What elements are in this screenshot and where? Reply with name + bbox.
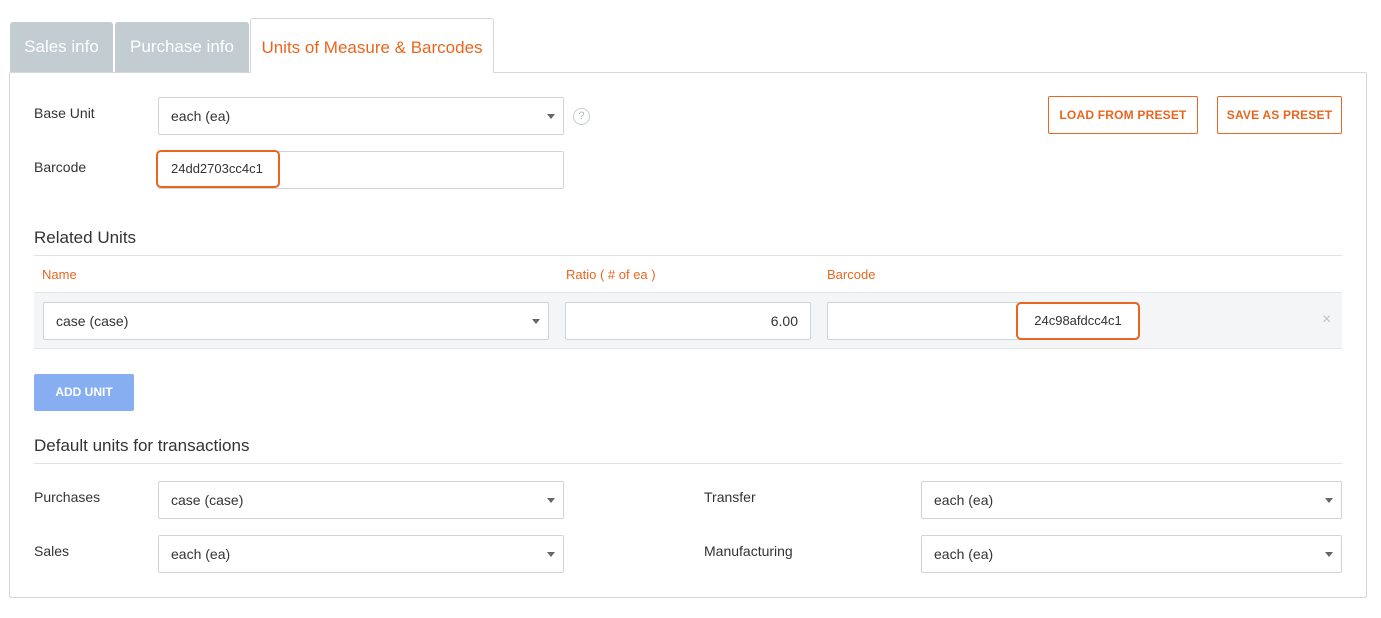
sales-label: Sales [34,543,70,559]
barcode-value-highlight: 24dd2703cc4c1 [156,150,280,188]
load-from-preset-button[interactable]: LOAD FROM PRESET [1048,96,1198,134]
related-units-title: Related Units [34,228,137,247]
transfer-unit-value: each (ea) [934,492,994,508]
default-units-title: Default units for transactions [34,436,250,455]
chevron-down-icon [1325,498,1333,503]
tab-purchase-info[interactable]: Purchase info [115,22,249,72]
related-unit-name-value: case (case) [56,313,129,329]
related-unit-name-select[interactable]: case (case) [43,302,549,340]
tab-sales-info[interactable]: Sales info [10,22,113,72]
column-header-ratio: Ratio ( # of ea ) [566,267,656,282]
add-unit-button[interactable]: ADD UNIT [34,374,134,411]
purchases-unit-select[interactable]: case (case) [158,481,564,519]
purchases-label: Purchases [34,489,101,505]
manufacturing-label: Manufacturing [704,543,793,559]
base-unit-label: Base Unit [34,105,95,121]
chevron-down-icon [532,319,540,324]
sales-unit-select[interactable]: each (ea) [158,535,564,573]
base-unit-value: each (ea) [171,108,231,124]
related-unit-barcode-value: 24c98afdcc4c1 [1034,313,1122,328]
column-header-name: Name [42,267,77,282]
tab-units-of-measure[interactable]: Units of Measure & Barcodes [250,18,494,73]
close-icon[interactable]: × [1322,311,1331,329]
tab-bar: Sales info Purchase info Units of Measur… [10,18,1370,73]
sales-unit-value: each (ea) [171,546,231,562]
chevron-down-icon [547,114,555,119]
divider [34,463,1342,464]
purchases-unit-value: case (case) [171,492,244,508]
save-as-preset-button[interactable]: SAVE AS PRESET [1217,96,1342,134]
transfer-unit-select[interactable]: each (ea) [921,481,1342,519]
help-icon[interactable]: ? [573,108,590,125]
base-unit-select[interactable]: each (ea) [158,97,564,135]
manufacturing-unit-select[interactable]: each (ea) [921,535,1342,573]
column-header-barcode: Barcode [827,267,876,282]
barcode-label: Barcode [34,159,87,175]
chevron-down-icon [1325,552,1333,557]
barcode-value: 24dd2703cc4c1 [171,161,263,176]
manufacturing-unit-value: each (ea) [934,546,994,562]
related-unit-ratio-input[interactable]: 6.00 [565,302,811,340]
chevron-down-icon [547,498,555,503]
transfer-label: Transfer [704,489,756,505]
related-barcode-highlight: 24c98afdcc4c1 [1016,302,1140,340]
related-unit-ratio-value: 6.00 [770,313,798,329]
divider [34,255,1342,256]
chevron-down-icon [547,552,555,557]
